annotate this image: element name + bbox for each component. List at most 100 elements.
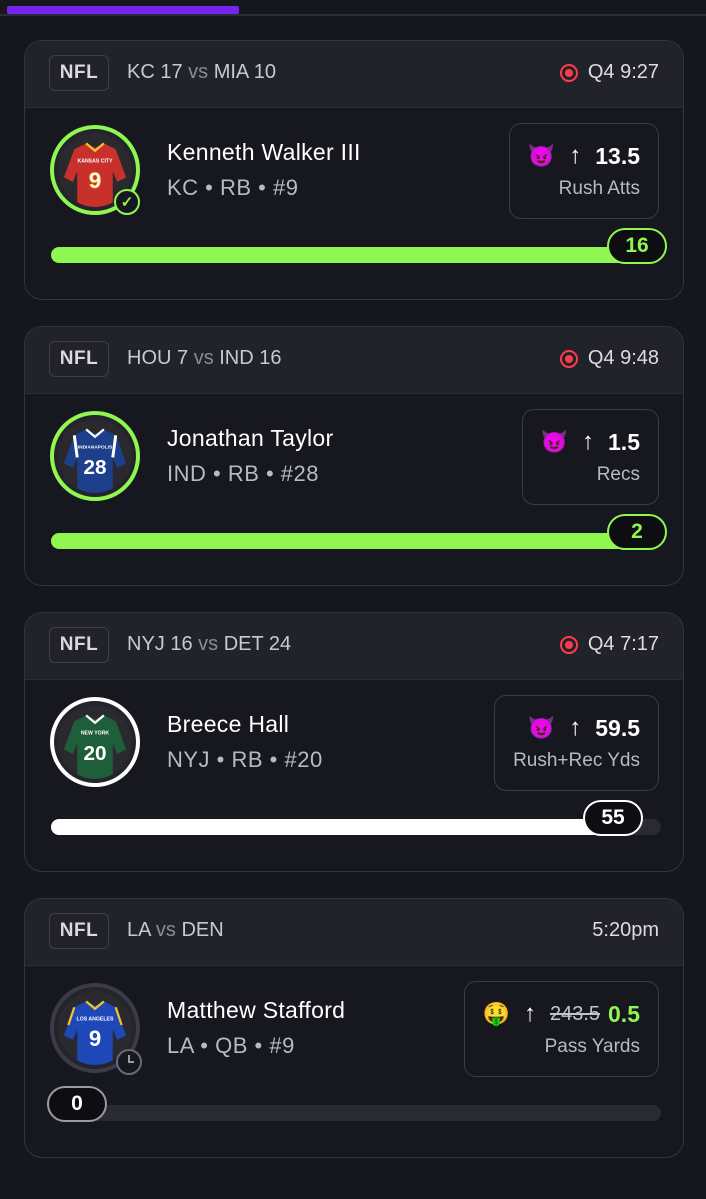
live-icon [559,63,578,82]
jersey-icon: INDIANAPOLIS 28 [58,419,132,493]
league-badge: NFL [49,627,109,663]
stat-progress-fill [51,533,661,549]
prop-line-discounted: 0.5 [608,1000,640,1027]
clock-icon [116,1049,142,1075]
top-progress-track [0,14,706,16]
prop-line: 1.5 [608,428,640,455]
vs-label: vs [188,61,209,83]
jersey-city: KANSAS CITY [77,159,113,165]
team-b: DEN [181,919,224,941]
game-header: NFL HOU 7 vs IND 16 Q4 9:48 [25,327,683,394]
prop-box[interactable]: 😈 ↑ 13.5 Rush Atts [508,123,659,219]
league-badge: NFL [49,913,109,949]
player-prop-card[interactable]: NFL HOU 7 vs IND 16 Q4 9:48 INDIANAPOLIS… [24,326,684,586]
game-header: NFL KC 17 vs MIA 10 Q4 9:27 [25,41,683,108]
jersey-number: 9 [89,1026,101,1051]
player-meta: KC • RB • #9 [167,175,299,200]
game-header: NFL LA vs DEN 5:20pm [25,899,683,966]
stat-progress-track: 0 [47,1086,661,1122]
jersey-svg: INDIANAPOLIS 28 [58,419,132,493]
game-status: Q4 9:48 [559,347,659,370]
jersey-number: 9 [89,168,101,193]
jersey-city: NEW YORK [81,731,110,737]
player-avatar: NEW YORK 20 [50,697,140,787]
prop-line: 59.5 [595,714,640,741]
game-time: 5:20pm [592,919,659,941]
devil-icon: 😈 [540,429,569,454]
game-clock: Q4 9:27 [587,61,659,83]
jersey-number: 28 [83,456,106,479]
money-face-icon: 🤑 [482,1001,510,1026]
matchup: LA vs DEN [127,919,224,942]
prop-line-original: 243.5 [549,1002,601,1025]
top-progress-fill [7,6,239,14]
player-prop-card[interactable]: NFL NYJ 16 vs DET 24 Q4 7:17 NEW YORK 20… [24,612,684,872]
prop-line: 13.5 [595,142,640,169]
team-a: HOU 7 [127,347,189,369]
jersey-icon: NEW YORK 20 [58,705,132,779]
player-prop-card[interactable]: NFL LA vs DEN 5:20pm LOS ANGELES 9 Matth… [24,898,684,1158]
player-meta: IND • RB • #28 [167,461,320,486]
game-status: 5:20pm [592,919,659,942]
top-progress-bar [0,0,706,16]
stat-progress-fill [51,819,613,835]
check-icon: ✓ [114,189,140,215]
player-avatar: KANSAS CITY 9 ✓ [50,125,140,215]
game-clock: Q4 7:17 [587,633,659,655]
jersey-number: 20 [83,742,106,765]
live-icon [559,349,578,368]
player-prop-card[interactable]: NFL KC 17 vs MIA 10 Q4 9:27 KANSAS CITY … [24,40,684,300]
prop-box[interactable]: 🤑 ↑ 243.5 0.5 Pass Yards [463,981,659,1077]
jersey-svg: NEW YORK 20 [58,705,132,779]
team-a: KC 17 [127,61,183,83]
prop-box[interactable]: 😈 ↑ 1.5 Recs [521,409,659,505]
stat-progress-value: 0 [47,1086,107,1122]
matchup: NYJ 16 vs DET 24 [127,633,291,656]
player-avatar: LOS ANGELES 9 [50,983,142,1075]
prop-stat: Pass Yards [544,1036,640,1057]
game-status: Q4 9:27 [559,61,659,84]
team-b: MIA 10 [213,61,276,83]
player-meta: NYJ • RB • #20 [167,747,323,772]
game-status: Q4 7:17 [559,633,659,656]
vs-label: vs [193,347,214,369]
player-meta: LA • QB • #9 [167,1033,295,1058]
player-avatar: INDIANAPOLIS 28 [50,411,140,501]
devil-icon: 😈 [527,715,556,740]
stat-progress-value: 2 [607,514,667,550]
matchup: KC 17 vs MIA 10 [127,61,276,84]
stat-progress-track: 2 [51,514,667,550]
vs-label: vs [198,633,219,655]
team-b: DET 24 [223,633,292,655]
live-icon [559,635,578,654]
stat-progress-track: 55 [51,800,661,836]
player-name: Kenneth Walker III [167,139,361,165]
team-b: IND 16 [219,347,282,369]
prop-box[interactable]: 😈 ↑ 59.5 Rush+Rec Yds [494,695,659,791]
arrow-up-icon: ↑ [569,142,582,169]
stat-progress-value: 16 [607,228,667,264]
player-name: Breece Hall [167,711,290,737]
player-name: Jonathan Taylor [167,425,334,451]
game-header: NFL NYJ 16 vs DET 24 Q4 7:17 [25,613,683,680]
prop-stat: Recs [596,464,640,485]
stat-progress-track: 16 [51,228,667,264]
league-badge: NFL [49,55,109,91]
matchup: HOU 7 vs IND 16 [127,347,282,370]
arrow-up-icon: ↑ [569,714,582,741]
jersey-city: LOS ANGELES [77,1017,114,1023]
game-clock: Q4 9:48 [587,347,659,369]
player-name: Matthew Stafford [167,997,346,1023]
arrow-up-icon: ↑ [523,1000,536,1027]
vs-label: vs [155,919,176,941]
devil-icon: 😈 [527,143,556,168]
league-badge: NFL [49,341,109,377]
stat-progress-value: 55 [583,800,643,836]
stat-progress-fill [51,247,661,263]
team-a: NYJ 16 [127,633,193,655]
prop-stat: Rush+Rec Yds [513,750,640,771]
arrow-up-icon: ↑ [582,428,595,455]
team-a: LA [127,919,151,941]
prop-stat: Rush Atts [558,178,640,199]
jersey-city: INDIANAPOLIS [78,445,113,451]
